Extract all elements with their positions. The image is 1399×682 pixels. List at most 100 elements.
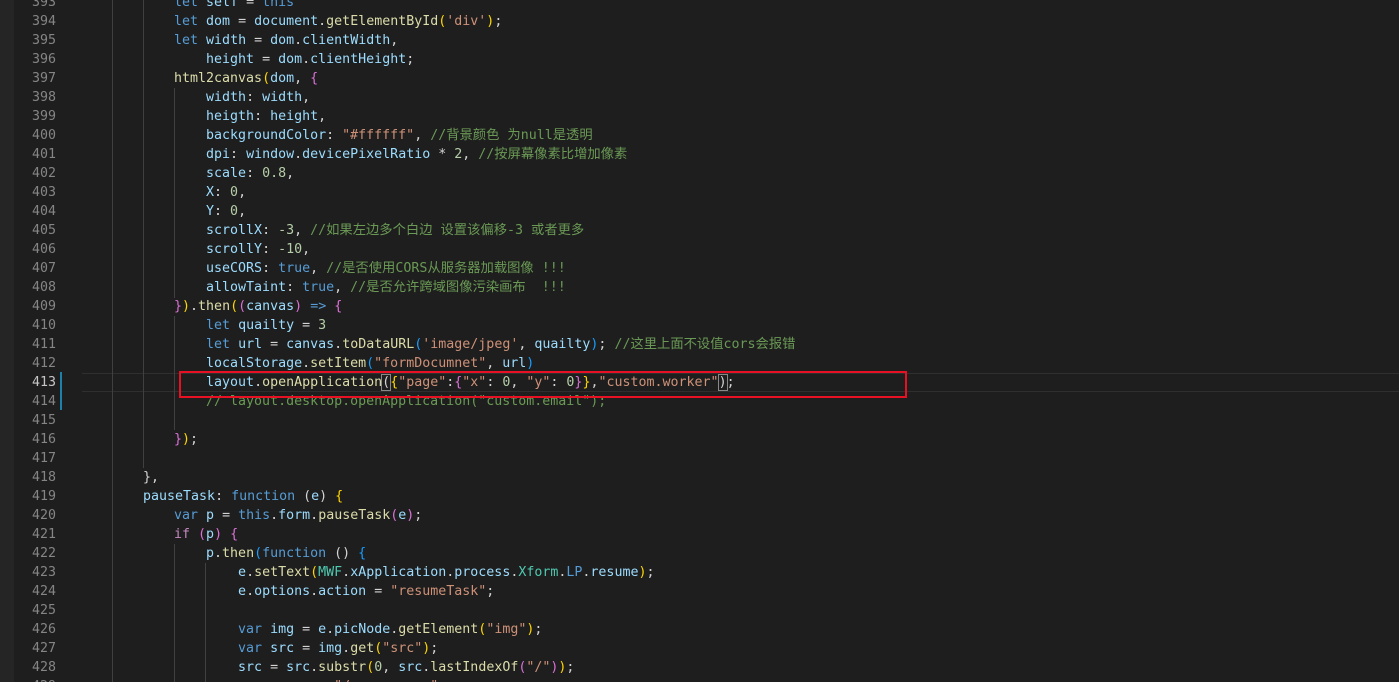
code-token: // layout.desktop.openApplication("custo… <box>174 394 607 409</box>
code-token: ; <box>726 375 735 390</box>
code-line[interactable]: 421 if (p) { <box>0 525 1399 544</box>
code-token: useCORS <box>174 261 263 276</box>
code-text[interactable]: X: 0, <box>174 183 246 202</box>
code-line[interactable]: 420 var p = this.form.pauseTask(e); <box>0 506 1399 525</box>
code-text[interactable]: e.setText(MWF.xApplication.process.Xform… <box>174 563 654 582</box>
code-line[interactable]: 417 <box>0 449 1399 468</box>
code-line[interactable]: 411 let url = canvas.toDataURL('image/jp… <box>0 335 1399 354</box>
code-line[interactable]: 419 pauseTask: function (e) { <box>0 487 1399 506</box>
code-token: MWF <box>318 565 343 580</box>
code-text[interactable]: let quailty = 3 <box>174 316 326 335</box>
code-line[interactable]: 399 heigth: height, <box>0 107 1399 126</box>
code-text[interactable]: dpi: window.devicePixelRatio * 2, //按屏幕像… <box>174 145 627 164</box>
code-line[interactable]: 422 p.then(function () { <box>0 544 1399 563</box>
code-line[interactable]: 427 var src = img.get("src"); <box>0 639 1399 658</box>
code-text[interactable]: layout.openApplication({"page":{"x": 0, … <box>174 373 735 392</box>
code-text[interactable]: }, <box>143 468 159 487</box>
code-line[interactable]: 400 backgroundColor: "#ffffff", //背景颜色 为… <box>0 126 1399 145</box>
code-line[interactable]: 401 dpi: window.devicePixelRatio * 2, //… <box>0 145 1399 164</box>
code-line[interactable]: 412 localStorage.setItem("formDocumnet",… <box>0 354 1399 373</box>
code-token: () <box>326 546 359 561</box>
code-text[interactable]: scrollX: -3, //如果左边多个白边 设置该偏移-3 或者更多 <box>174 221 584 240</box>
code-line[interactable]: 418}, <box>0 468 1399 487</box>
code-token: url <box>502 356 527 371</box>
code-text[interactable]: scrollY: -10, <box>174 240 310 259</box>
code-text[interactable]: backgroundColor: "#ffffff", //背景颜色 为null… <box>174 126 593 145</box>
code-line[interactable]: 416}); <box>0 430 1399 449</box>
code-text[interactable]: let self = this <box>174 0 294 12</box>
git-change-marker[interactable] <box>60 372 62 391</box>
code-text[interactable]: src = src + "/resume.png"; <box>174 677 446 682</box>
code-token: canvas <box>246 299 295 314</box>
code-text[interactable]: localStorage.setItem("formDocumnet", url… <box>174 354 534 373</box>
code-text[interactable]: Y: 0, <box>174 202 246 221</box>
code-text[interactable]: }).then((canvas) => { <box>174 297 342 316</box>
code-token: var <box>174 622 263 637</box>
code-text[interactable]: let dom = document.getElementById('div')… <box>174 12 502 31</box>
code-text[interactable]: heigth: height, <box>174 107 326 126</box>
code-line[interactable]: 393 let self = this <box>0 0 1399 12</box>
code-line[interactable]: 409}).then((canvas) => { <box>0 297 1399 316</box>
code-line[interactable]: 428 src = src.substr(0, src.lastIndexOf(… <box>0 658 1399 677</box>
line-number: 396 <box>31 52 56 67</box>
code-text[interactable]: width: width, <box>174 88 310 107</box>
code-line[interactable]: 413 layout.openApplication({"page":{"x":… <box>0 373 1399 392</box>
line-number: 429 <box>0 677 56 682</box>
code-token: = <box>254 52 279 67</box>
code-line[interactable]: 407 useCORS: true, //是否使用CORS从服务器加载图像 !!… <box>0 259 1399 278</box>
code-line[interactable]: 424 e.options.action = "resumeTask"; <box>0 582 1399 601</box>
code-text[interactable]: allowTaint: true, //是否允许跨域图像污染画布 !!! <box>174 278 566 297</box>
code-text[interactable]: let url = canvas.toDataURL('image/jpeg',… <box>174 335 795 354</box>
code-line[interactable]: 425 <box>0 601 1399 620</box>
code-text[interactable]: let width = dom.clientWidth, <box>174 31 398 50</box>
code-text[interactable]: useCORS: true, //是否使用CORS从服务器加载图像 !!! <box>174 259 566 278</box>
line-number: 399 <box>31 109 56 124</box>
code-line[interactable]: 403 X: 0, <box>0 183 1399 202</box>
code-text[interactable]: scale: 0.8, <box>174 164 294 183</box>
code-line[interactable]: 410 let quailty = 3 <box>0 316 1399 335</box>
code-line[interactable]: 426 var img = e.picNode.getElement("img"… <box>0 620 1399 639</box>
code-line[interactable]: 398 width: width, <box>0 88 1399 107</box>
code-token: //这里上面不设值cors会报错 <box>614 337 796 352</box>
code-line[interactable]: 415 <box>0 411 1399 430</box>
code-line[interactable]: 414 // layout.desktop.openApplication("c… <box>0 392 1399 411</box>
code-token: get <box>350 641 375 656</box>
code-text[interactable]: height = dom.clientHeight; <box>174 50 414 69</box>
code-token: { <box>358 546 367 561</box>
code-text[interactable]: var p = this.form.pauseTask(e); <box>174 506 422 525</box>
code-token: { <box>334 299 343 314</box>
git-change-marker[interactable] <box>60 391 62 410</box>
code-token: let <box>174 0 199 10</box>
code-text[interactable]: p.then(function () { <box>174 544 366 563</box>
code-text[interactable]: html2canvas(dom, { <box>174 69 318 88</box>
code-text[interactable]: pauseTask: function (e) { <box>143 487 343 506</box>
code-editor[interactable]: 393 let self = this 394 let dom = document.… <box>0 0 1399 682</box>
code-line[interactable]: 402 scale: 0.8, <box>0 164 1399 183</box>
code-line[interactable]: 396 height = dom.clientHeight; <box>0 50 1399 69</box>
code-line[interactable]: 397 html2canvas(dom, { <box>0 69 1399 88</box>
code-line[interactable]: 405 scrollX: -3, //如果左边多个白边 设置该偏移-3 或者更多 <box>0 221 1399 240</box>
code-area[interactable]: 393 let self = this 394 let dom = document.… <box>0 0 1399 682</box>
code-token: localStorage <box>174 356 303 371</box>
code-token: then <box>198 299 231 314</box>
code-token: dom <box>270 71 295 86</box>
code-text[interactable]: e.options.action = "resumeTask"; <box>174 582 494 601</box>
code-line[interactable]: 429 src = src + "/resume.png"; <box>0 677 1399 682</box>
code-line[interactable]: 404 Y: 0, <box>0 202 1399 221</box>
code-text[interactable]: }); <box>174 430 198 449</box>
code-line[interactable]: 408 allowTaint: true, //是否允许跨域图像污染画布 !!! <box>0 278 1399 297</box>
code-text[interactable]: if (p) { <box>174 525 238 544</box>
code-line[interactable]: 395 let width = dom.clientWidth, <box>0 31 1399 50</box>
code-line[interactable]: 423 e.setText(MWF.xApplication.process.X… <box>0 563 1399 582</box>
code-line[interactable]: 394 let dom = document.getElementById('di… <box>0 12 1399 31</box>
code-token: = <box>230 14 255 29</box>
code-token: : <box>254 109 271 124</box>
code-token: Xform <box>518 565 559 580</box>
code-text[interactable]: var img = e.picNode.getElement("img"); <box>174 620 542 639</box>
code-line[interactable]: 406 scrollY: -10, <box>0 240 1399 259</box>
code-token: = <box>366 584 391 599</box>
code-text[interactable]: // layout.desktop.openApplication("custo… <box>174 392 606 411</box>
code-text[interactable]: var src = img.get("src"); <box>174 639 438 658</box>
code-token: "custom.worker" <box>598 375 719 390</box>
code-text[interactable]: src = src.substr(0, src.lastIndexOf("/")… <box>174 658 574 677</box>
